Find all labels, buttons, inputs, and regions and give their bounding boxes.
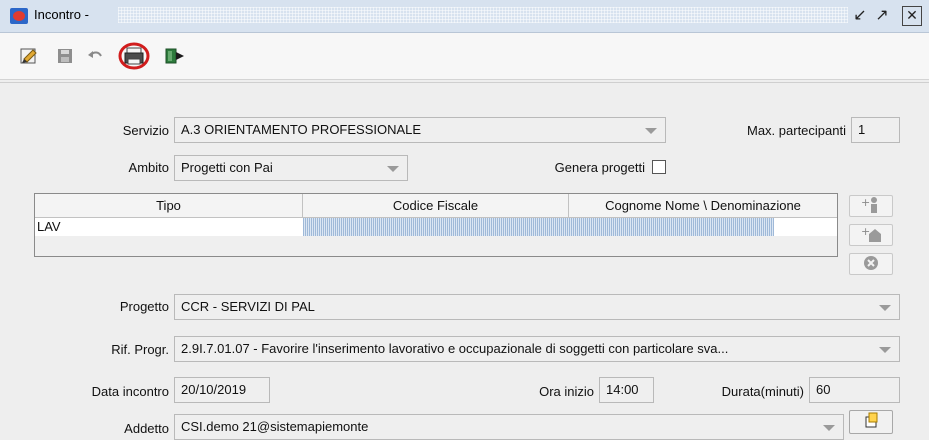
app-icon bbox=[10, 8, 28, 24]
svg-text:+: + bbox=[861, 196, 870, 209]
remove-icon bbox=[864, 256, 878, 270]
table-header: Tipo Codice Fiscale Cognome Nome \ Denom… bbox=[35, 194, 837, 218]
print-highlight bbox=[118, 41, 150, 71]
servizio-value: A.3 ORIENTAMENTO PROFESSIONALE bbox=[181, 122, 422, 137]
participants-table: Tipo Codice Fiscale Cognome Nome \ Denom… bbox=[34, 193, 838, 257]
rif-progr-label: Rif. Progr. bbox=[111, 342, 169, 357]
chevron-down-icon bbox=[823, 425, 835, 431]
durata-label: Durata(minuti) bbox=[721, 384, 804, 399]
durata-field[interactable]: 60 bbox=[809, 377, 900, 403]
max-partecipanti-field[interactable]: 1 bbox=[851, 117, 900, 143]
maximize-icon[interactable]: ↗ bbox=[872, 6, 892, 26]
data-incontro-field[interactable]: 20/10/2019 bbox=[174, 377, 270, 403]
ora-inizio-field[interactable]: 14:00 bbox=[599, 377, 654, 403]
cell-nome bbox=[569, 218, 774, 236]
cell-tipo: LAV bbox=[37, 219, 61, 234]
progetto-value: CCR - SERVIZI DI PAL bbox=[181, 299, 315, 314]
data-incontro-label: Data incontro bbox=[91, 384, 169, 399]
chevron-down-icon bbox=[879, 305, 891, 311]
ambito-combo[interactable]: Progetti con Pai bbox=[174, 155, 408, 181]
column-header-codice-fiscale[interactable]: Codice Fiscale bbox=[303, 194, 569, 218]
title-bar: Incontro - ↙ ↗ ✕ bbox=[0, 0, 929, 33]
table-row[interactable]: LAV bbox=[35, 218, 837, 236]
chevron-down-icon bbox=[879, 347, 891, 353]
ora-inizio-label: Ora inizio bbox=[539, 384, 594, 399]
close-icon[interactable]: ✕ bbox=[902, 6, 922, 26]
toolbar bbox=[0, 33, 929, 80]
chevron-down-icon bbox=[645, 128, 657, 134]
progetto-combo[interactable]: CCR - SERVIZI DI PAL bbox=[174, 294, 900, 320]
servizio-combo[interactable]: A.3 ORIENTAMENTO PROFESSIONALE bbox=[174, 117, 666, 143]
edit-icon[interactable] bbox=[18, 45, 40, 67]
toolbar-separator bbox=[0, 82, 929, 83]
ambito-label: Ambito bbox=[128, 160, 169, 175]
title-pattern bbox=[118, 7, 848, 23]
save-icon[interactable] bbox=[54, 45, 76, 67]
undo-icon[interactable] bbox=[84, 45, 106, 67]
svg-text:+: + bbox=[861, 225, 870, 238]
column-header-tipo[interactable]: Tipo bbox=[35, 194, 303, 218]
ambito-value: Progetti con Pai bbox=[181, 160, 273, 175]
minimize-icon[interactable]: ↙ bbox=[850, 6, 870, 26]
max-partecipanti-label: Max. partecipanti bbox=[747, 123, 846, 138]
progetto-label: Progetto bbox=[119, 299, 169, 314]
genera-progetti-label: Genera progetti bbox=[554, 160, 645, 175]
column-header-nome[interactable]: Cognome Nome \ Denominazione bbox=[569, 194, 837, 218]
lookup-icon bbox=[865, 412, 878, 428]
add-company-button[interactable]: + bbox=[849, 224, 893, 246]
rif-progr-value: 2.9I.7.01.07 - Favorire l'inserimento la… bbox=[181, 341, 729, 356]
genera-progetti-checkbox[interactable] bbox=[652, 160, 666, 174]
addetto-combo[interactable]: CSI.demo 21@sistemapiemonte bbox=[174, 414, 844, 440]
cell-codice-fiscale bbox=[303, 218, 569, 236]
window-title: Incontro - bbox=[34, 7, 89, 22]
rif-progr-combo[interactable]: 2.9I.7.01.07 - Favorire l'inserimento la… bbox=[174, 336, 900, 362]
addetto-value: CSI.demo 21@sistemapiemonte bbox=[181, 419, 369, 434]
add-person-button[interactable]: + bbox=[849, 195, 893, 217]
exit-icon[interactable] bbox=[164, 45, 186, 67]
add-person-icon: + bbox=[861, 196, 877, 213]
addetto-lookup-button[interactable] bbox=[849, 410, 893, 434]
servizio-label: Servizio bbox=[122, 123, 169, 138]
add-company-icon: + bbox=[861, 225, 881, 242]
remove-button[interactable] bbox=[849, 253, 893, 275]
chevron-down-icon bbox=[387, 166, 399, 172]
